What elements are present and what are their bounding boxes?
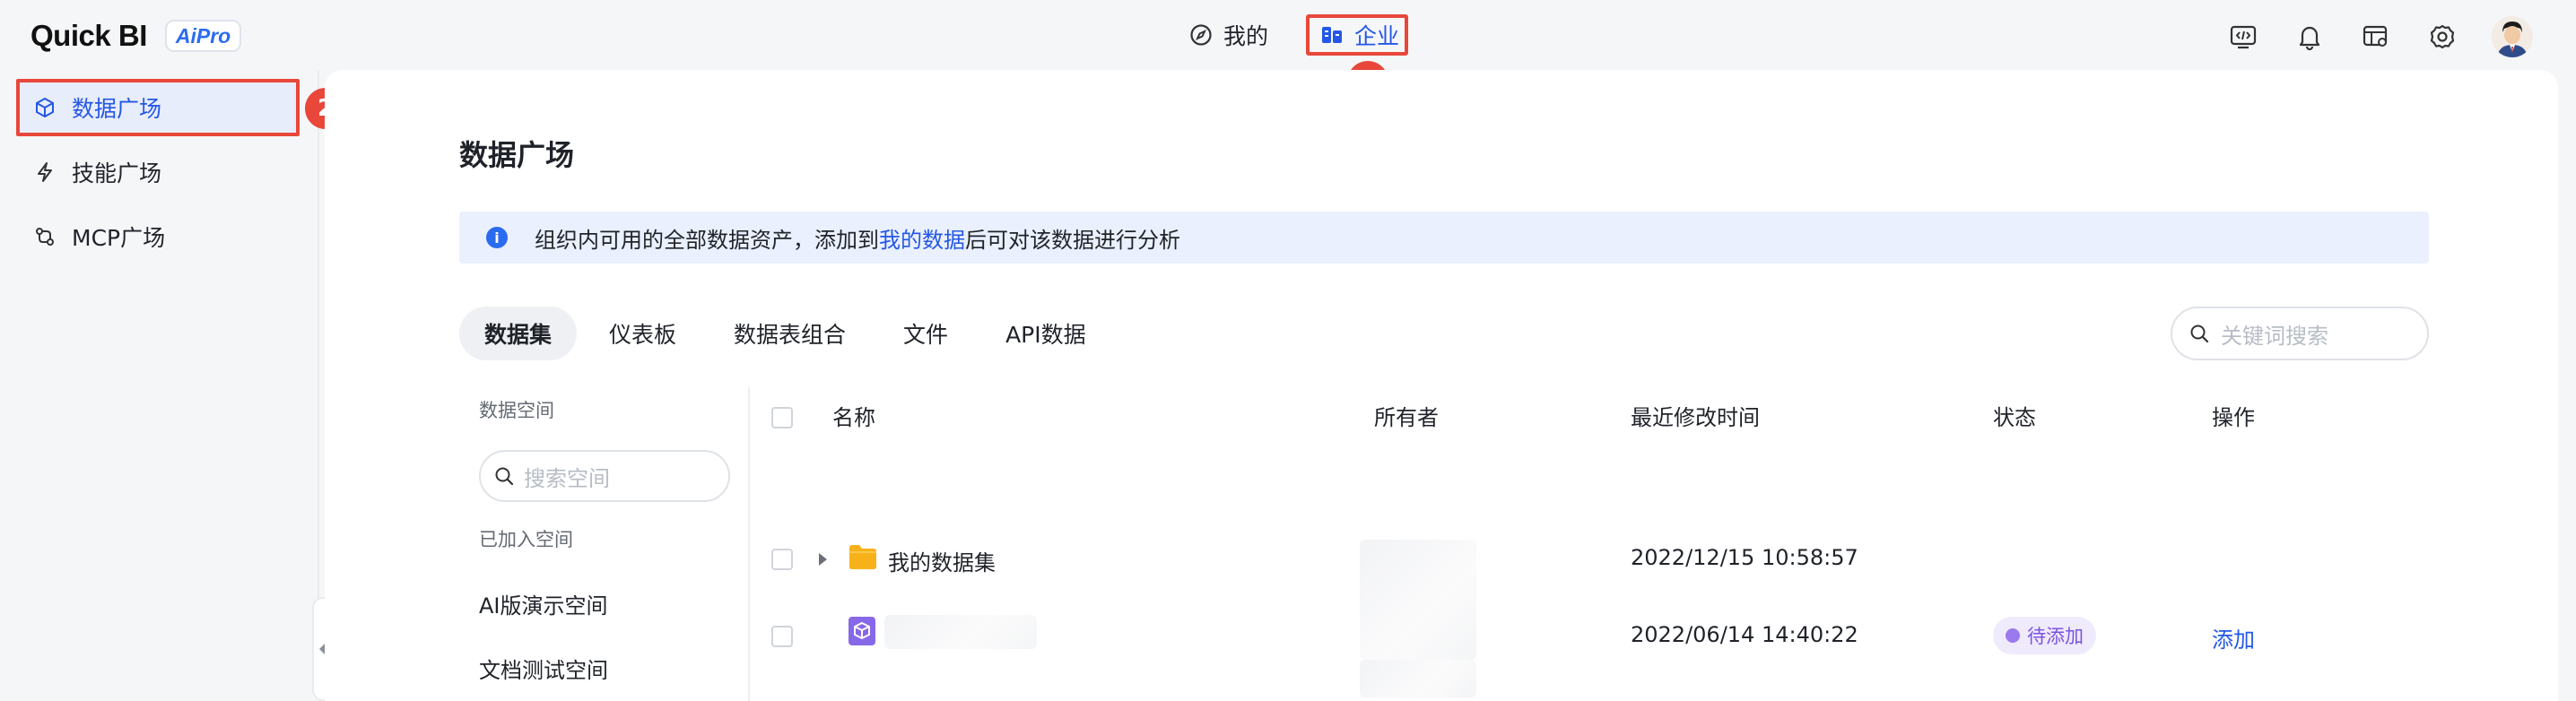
bell-icon[interactable] [2293, 20, 2327, 54]
status-badge-label: 待添加 [2027, 626, 2084, 647]
cube-icon [34, 97, 56, 118]
page-title: 数据广场 [459, 138, 575, 172]
info-text-prefix: 组织内可用的全部数据资产，添加到 [535, 227, 879, 253]
expand-caret-icon[interactable] [816, 551, 829, 567]
main-content: 数据广场 i 组织内可用的全部数据资产，添加到 我的数据 后可对该数据进行分析 … [325, 70, 2558, 701]
select-all-checkbox[interactable] [771, 407, 793, 428]
aipro-badge: AiPro [164, 20, 242, 52]
sidebar-item-mcp-square[interactable]: MCP广场 [16, 208, 300, 265]
space-item[interactable]: AI版演示空间 [479, 588, 608, 619]
code-window-icon[interactable] [2226, 20, 2260, 54]
tab-api-data[interactable]: API数据 [980, 307, 1111, 360]
tab-table-combination[interactable]: 数据表组合 [709, 307, 871, 360]
sidebar-item-data-square[interactable]: 数据广场 [16, 79, 300, 136]
dataset-icon [849, 617, 875, 645]
tab-enterprise[interactable]: 企业 [1306, 14, 1408, 56]
tab-enterprise-label: 企业 [1354, 23, 1400, 49]
tab-mine-label: 我的 [1223, 23, 1269, 49]
row-name[interactable]: 我的数据集 [888, 545, 996, 576]
info-text-suffix: 后可对该数据进行分析 [965, 227, 1180, 253]
connector-icon [34, 226, 56, 247]
space-panel: 数据空间 搜索空间 已加入空间 AI版演示空间 文档测试空间 [459, 387, 750, 701]
sidebar-item-label: MCP广场 [72, 225, 166, 251]
keyword-search-input[interactable]: 关键词搜索 [2171, 307, 2429, 360]
gear-icon[interactable] [2425, 20, 2459, 54]
joined-spaces-label: 已加入空间 [479, 529, 573, 550]
building-icon [1320, 23, 1344, 47]
column-header-owner: 所有者 [1374, 405, 1439, 430]
tab-dataset[interactable]: 数据集 [459, 307, 578, 360]
sidebar-item-skill-square[interactable]: 技能广场 [16, 143, 300, 201]
folder-icon [849, 543, 877, 570]
my-data-link[interactable]: 我的数据 [879, 222, 965, 254]
column-header-action: 操作 [2212, 405, 2255, 430]
row-checkbox[interactable] [771, 549, 793, 570]
row-modified: 2022/06/14 14:40:22 [1631, 622, 1858, 647]
column-header-name: 名称 [832, 405, 875, 430]
sidebar: 数据广场 2 技能广场 MCP广场 [0, 70, 346, 701]
column-header-status: 状态 [1993, 405, 2036, 430]
sidebar-item-label: 技能广场 [72, 160, 162, 186]
column-header-modified: 最近修改时间 [1631, 405, 1760, 430]
info-banner: i 组织内可用的全部数据资产，添加到 我的数据 后可对该数据进行分析 [459, 212, 2429, 264]
search-placeholder: 关键词搜索 [2221, 323, 2328, 349]
header-toolbar [2226, 16, 2533, 57]
compass-icon [1189, 23, 1213, 47]
sidebar-item-label: 数据广场 [72, 96, 162, 122]
status-dot-icon [2006, 628, 2020, 643]
search-icon [493, 465, 515, 487]
space-search-placeholder: 搜索空间 [524, 465, 610, 491]
quick-bi-logo[interactable]: Quick BI AiPro [30, 19, 242, 52]
logo-text: Quick BI [30, 19, 147, 52]
row-modified: 2022/12/15 10:58:57 [1631, 545, 1858, 570]
tab-mine[interactable]: 我的 [1189, 14, 1268, 56]
tab-dashboard[interactable]: 仪表板 [584, 307, 701, 360]
lightning-icon [34, 161, 56, 183]
space-search-input[interactable]: 搜索空间 [479, 450, 730, 502]
tab-file[interactable]: 文件 [878, 307, 973, 360]
space-item[interactable]: 文档测试空间 [479, 653, 608, 684]
search-icon [2189, 323, 2210, 344]
name-redacted [884, 615, 1037, 649]
top-header: Quick BI AiPro 我的 企业 1 [0, 0, 2576, 102]
info-icon: i [486, 227, 508, 248]
add-button[interactable]: 添加 [2212, 622, 2255, 653]
space-panel-title: 数据空间 [479, 400, 554, 421]
status-badge: 待添加 [1993, 617, 2096, 654]
row-checkbox[interactable] [771, 626, 793, 647]
owner-redacted [1360, 660, 1476, 697]
avatar[interactable] [2492, 16, 2533, 57]
asset-type-tabs: 数据集 仪表板 数据表组合 文件 API数据 [459, 307, 1111, 360]
owner-redacted [1360, 540, 1476, 660]
table-settings-icon[interactable] [2359, 20, 2393, 54]
